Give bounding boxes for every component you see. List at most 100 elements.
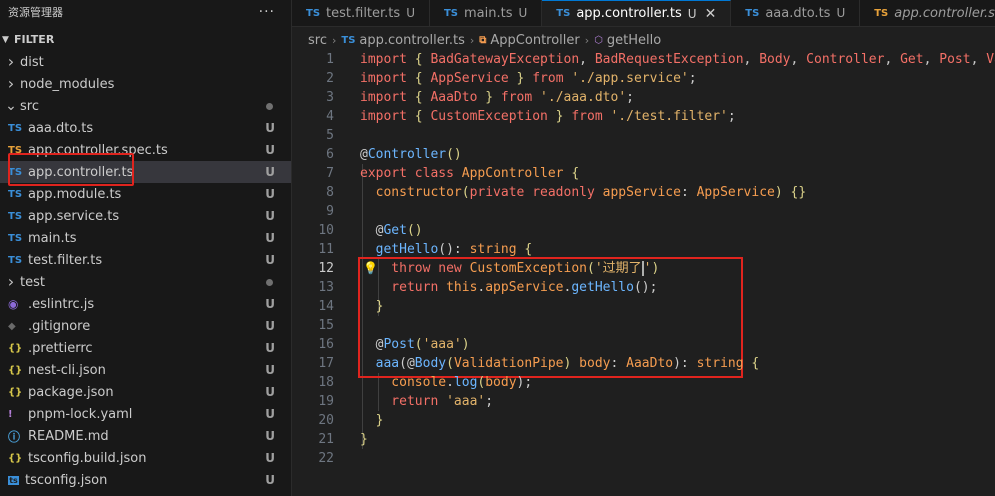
code-line[interactable]: 5 bbox=[292, 126, 995, 145]
line-number: 7 bbox=[326, 166, 334, 181]
code-line[interactable]: 14 } bbox=[292, 297, 995, 316]
code-line[interactable]: 10 @Get() bbox=[292, 221, 995, 240]
code-line[interactable]: 16 @Post('aaa') bbox=[292, 335, 995, 354]
tab-app-controller-spec-ts[interactable]: TS app.controller.spec.ts bbox=[860, 0, 995, 26]
git-status-badge: U bbox=[265, 473, 275, 487]
git-status-badge: U bbox=[265, 385, 275, 399]
breadcrumb: src › TS app.controller.ts › ⧉ AppContro… bbox=[292, 29, 995, 51]
typescript-file-icon: TS bbox=[8, 166, 23, 178]
close-icon[interactable]: ✕ bbox=[705, 6, 717, 22]
code-line[interactable]: 17 aaa(@Body(ValidationPipe) body: AaaDt… bbox=[292, 354, 995, 373]
chevron-right-icon: › bbox=[7, 52, 15, 71]
folder-node-modules[interactable]: › node_modules bbox=[0, 73, 291, 95]
git-file-icon: ◆ bbox=[8, 320, 16, 332]
code-line[interactable]: 6 @Controller() bbox=[292, 145, 995, 164]
git-status-badge: U bbox=[265, 253, 275, 267]
tree-item-label: node_modules bbox=[20, 76, 115, 92]
tab-main-ts[interactable]: TS main.ts U bbox=[430, 0, 543, 26]
code-editor[interactable]: 1 import { BadGatewayException, BadReques… bbox=[292, 50, 995, 496]
editor-tabs: TS test.filter.ts U TS main.ts U TS app.control… bbox=[292, 0, 995, 27]
tree-item-label: tsconfig.build.json bbox=[28, 450, 147, 466]
file-nest-cli-json[interactable]: {} nest-cli.json U bbox=[0, 359, 291, 381]
file-main-ts[interactable]: TS main.ts U bbox=[0, 227, 291, 249]
code-line[interactable]: 11 getHello(): string { bbox=[292, 240, 995, 259]
tree-item-label: pnpm-lock.yaml bbox=[28, 406, 133, 422]
tab-test-filter-ts[interactable]: TS test.filter.ts U bbox=[292, 0, 430, 26]
git-status-badge: U bbox=[265, 429, 275, 443]
file-app-controller-spec-ts[interactable]: TS app.controller.spec.ts U bbox=[0, 139, 291, 161]
line-number: 1 bbox=[326, 52, 334, 67]
code-line[interactable]: 2 import { AppService } from './app.servi… bbox=[292, 69, 995, 88]
code-line[interactable]: 3 import { AaaDto } from './aaa.dto'; bbox=[292, 88, 995, 107]
code-line[interactable]: 15 bbox=[292, 316, 995, 335]
tree-item-label: app.controller.spec.ts bbox=[28, 142, 168, 158]
typescript-file-icon: TS bbox=[8, 122, 23, 134]
tree-item-label: tsconfig.json bbox=[25, 472, 108, 488]
code-line[interactable]: 21} bbox=[292, 430, 995, 449]
tree-item-label: app.service.ts bbox=[28, 208, 120, 224]
lightbulb-icon[interactable]: 💡 bbox=[363, 259, 378, 278]
file-tree: › dist › node_modules ⌄ src TS aaa.dto.ts U TS app… bbox=[0, 51, 291, 491]
modified-dot-icon bbox=[266, 278, 273, 286]
chevron-right-icon: › bbox=[7, 272, 15, 291]
info-file-icon: ⓘ bbox=[8, 429, 21, 444]
file--prettierrc[interactable]: {} .prettierrc U bbox=[0, 337, 291, 359]
folder-dist[interactable]: › dist bbox=[0, 51, 291, 73]
file-app-module-ts[interactable]: TS app.module.ts U bbox=[0, 183, 291, 205]
breadcrumb-file[interactable]: app.controller.ts bbox=[359, 33, 464, 48]
typescript-file-icon: TS bbox=[341, 34, 356, 46]
typescript-file-icon: TS bbox=[874, 7, 889, 19]
tree-item-label: .gitignore bbox=[28, 318, 91, 334]
file-tsconfig-json[interactable]: ts tsconfig.json U bbox=[0, 469, 291, 491]
breadcrumb-method[interactable]: getHello bbox=[607, 33, 661, 48]
code-line[interactable]: 8 constructor(private readonly appServic… bbox=[292, 183, 995, 202]
tab-aaa-dto-ts[interactable]: TS aaa.dto.ts U bbox=[731, 0, 861, 26]
file-package-json[interactable]: {} package.json U bbox=[0, 381, 291, 403]
git-status-badge: U bbox=[265, 143, 275, 157]
code-line[interactable]: 7 export class AppController { bbox=[292, 164, 995, 183]
code-line[interactable]: 13 return this.appService.getHello(); bbox=[292, 278, 995, 297]
git-status-badge: U bbox=[265, 209, 275, 223]
tsconfig-file-icon: ts bbox=[8, 475, 19, 485]
tree-item-label: README.md bbox=[28, 428, 109, 444]
code-text: getHello(): string { bbox=[360, 242, 533, 257]
git-status-badge: U bbox=[265, 297, 275, 311]
line-number: 20 bbox=[318, 413, 334, 428]
file-aaa-dto-ts[interactable]: TS aaa.dto.ts U bbox=[0, 117, 291, 139]
more-actions-icon[interactable]: ··· bbox=[259, 4, 275, 20]
chevron-right-icon: › bbox=[469, 33, 475, 47]
code-text: } bbox=[360, 299, 384, 314]
explorer-header: 资源管理器 ··· bbox=[0, 0, 291, 23]
breadcrumb-folder[interactable]: src bbox=[308, 33, 327, 48]
code-line[interactable]: 18 console.log(body); bbox=[292, 373, 995, 392]
folder-test[interactable]: › test bbox=[0, 271, 291, 293]
chevron-right-icon: › bbox=[7, 74, 15, 93]
tree-item-label: package.json bbox=[28, 384, 114, 400]
file-README-md[interactable]: ⓘ README.md U bbox=[0, 425, 291, 447]
code-line[interactable]: 22 bbox=[292, 449, 995, 468]
code-line[interactable]: 20 } bbox=[292, 411, 995, 430]
file-app-service-ts[interactable]: TS app.service.ts U bbox=[0, 205, 291, 227]
tab-app-controller-ts[interactable]: TS app.controller.ts U ✕ bbox=[542, 0, 732, 26]
code-line[interactable]: 1 import { BadGatewayException, BadReques… bbox=[292, 50, 995, 69]
code-text: import { CustomException } from './test.… bbox=[360, 109, 736, 124]
code-text: @Post('aaa') bbox=[360, 337, 470, 352]
file-pnpm-lock-yaml[interactable]: ! pnpm-lock.yaml U bbox=[0, 403, 291, 425]
code-line[interactable]: 19 return 'aaa'; bbox=[292, 392, 995, 411]
folder-src[interactable]: ⌄ src bbox=[0, 95, 291, 117]
breadcrumb-class[interactable]: AppController bbox=[490, 33, 579, 48]
file-app-controller-ts[interactable]: TS app.controller.ts U bbox=[0, 161, 291, 183]
code-line[interactable]: 4 import { CustomException } from './test… bbox=[292, 107, 995, 126]
line-number: 14 bbox=[318, 299, 334, 314]
tree-item-label: app.module.ts bbox=[28, 186, 122, 202]
file-test-filter-ts[interactable]: TS test.filter.ts U bbox=[0, 249, 291, 271]
workspace-section-header[interactable]: ▼ FILTER bbox=[0, 28, 291, 51]
typescript-file-icon: TS bbox=[745, 7, 760, 19]
file-tsconfig-build-json[interactable]: {} tsconfig.build.json U bbox=[0, 447, 291, 469]
file--gitignore[interactable]: ◆ .gitignore U bbox=[0, 315, 291, 337]
code-line[interactable]: 12 throw new CustomException('过期了 ') 💡 bbox=[292, 259, 995, 278]
code-line[interactable]: 9 bbox=[292, 202, 995, 221]
file--eslintrc-js[interactable]: ◉ .eslintrc.js U bbox=[0, 293, 291, 315]
line-number: 22 bbox=[318, 451, 334, 466]
chevron-down-icon: ▼ bbox=[2, 34, 9, 45]
